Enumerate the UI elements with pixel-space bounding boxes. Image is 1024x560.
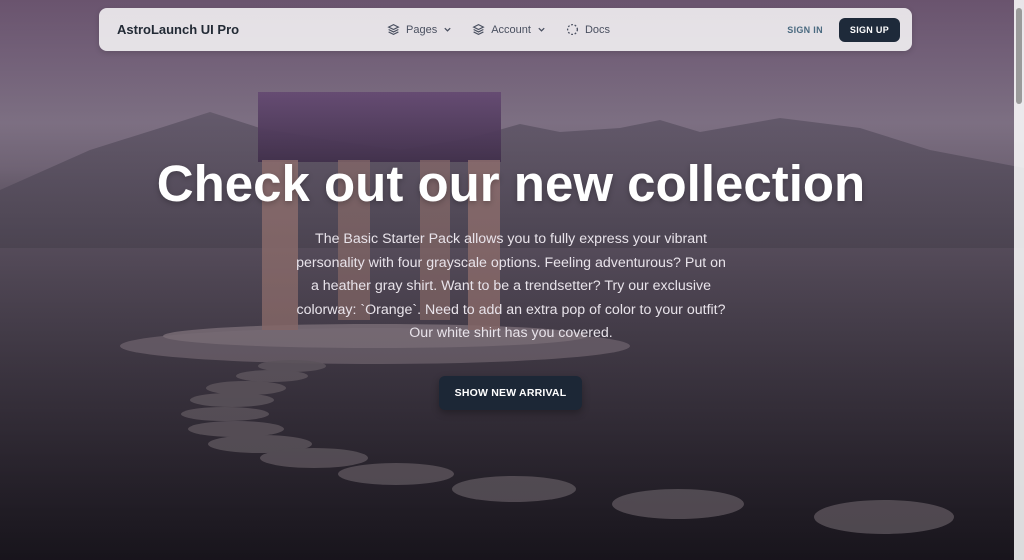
hero-title: Check out our new collection <box>156 155 866 212</box>
sign-in-button[interactable]: SIGN IN <box>787 25 823 35</box>
brand-name[interactable]: AstroLaunch UI Pro <box>117 22 387 37</box>
nav-link-account[interactable]: Account <box>472 23 546 36</box>
nav-links: Pages Account Docs <box>387 23 787 36</box>
dashed-circle-icon <box>566 23 579 36</box>
stack-icon <box>472 23 485 36</box>
scrollbar-thumb[interactable] <box>1016 8 1022 104</box>
nav-link-label: Docs <box>584 23 611 36</box>
navbar: AstroLaunch UI Pro Pages Account Docs SI… <box>99 8 912 51</box>
nav-link-label: Account <box>491 23 531 36</box>
hero-description: The Basic Starter Pack allows you to ful… <box>296 231 726 341</box>
nav-link-label: Pages <box>406 23 438 36</box>
page-scrollbar[interactable] <box>1014 0 1024 560</box>
stack-icon <box>387 23 400 36</box>
chevron-down-icon <box>537 25 546 34</box>
nav-link-docs[interactable]: Docs <box>566 23 610 36</box>
sign-up-button[interactable]: SIGN UP <box>838 17 900 42</box>
chevron-down-icon <box>443 25 452 34</box>
page: AstroLaunch UI Pro Pages Account Docs SI… <box>0 0 1024 560</box>
nav-actions: SIGN IN SIGN UP <box>787 17 900 42</box>
nav-link-pages[interactable]: Pages <box>387 23 452 36</box>
show-new-arrival-button[interactable]: SHOW NEW ARRIVAL <box>439 376 582 410</box>
